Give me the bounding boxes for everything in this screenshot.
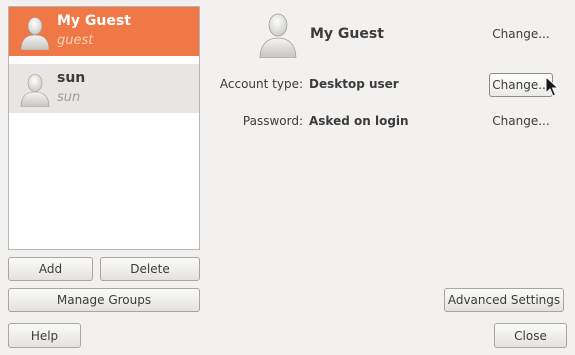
mouse-pointer-icon (545, 76, 559, 97)
change-name-button[interactable]: Change... (486, 22, 556, 46)
user-avatar-icon (20, 74, 50, 107)
password-value: Asked on login (309, 114, 409, 128)
change-password-button[interactable]: Change... (486, 109, 556, 133)
advanced-settings-button[interactable]: Advanced Settings (444, 288, 564, 312)
user-name: My Guest (57, 13, 131, 29)
user-row-my-guest[interactable]: My Guest guest (9, 7, 199, 56)
help-button[interactable]: Help (8, 323, 81, 348)
user-row-sun[interactable]: sun sun (9, 64, 199, 113)
user-login: sun (57, 90, 81, 105)
user-avatar-icon (259, 13, 297, 58)
user-avatar-icon (20, 17, 50, 50)
account-type-value: Desktop user (309, 77, 399, 91)
add-user-button[interactable]: Add (8, 257, 93, 281)
account-type-label: Account type: (219, 77, 303, 91)
delete-user-button[interactable]: Delete (100, 257, 200, 281)
password-label: Password: (242, 114, 303, 128)
user-list[interactable]: My Guest guest sun sun (8, 6, 200, 250)
user-name: sun (57, 70, 86, 86)
change-account-type-button[interactable]: Change... (489, 73, 553, 97)
close-button[interactable]: Close (494, 323, 567, 348)
account-name: My Guest (310, 26, 384, 42)
user-login: guest (57, 33, 94, 48)
manage-groups-button[interactable]: Manage Groups (8, 288, 200, 312)
